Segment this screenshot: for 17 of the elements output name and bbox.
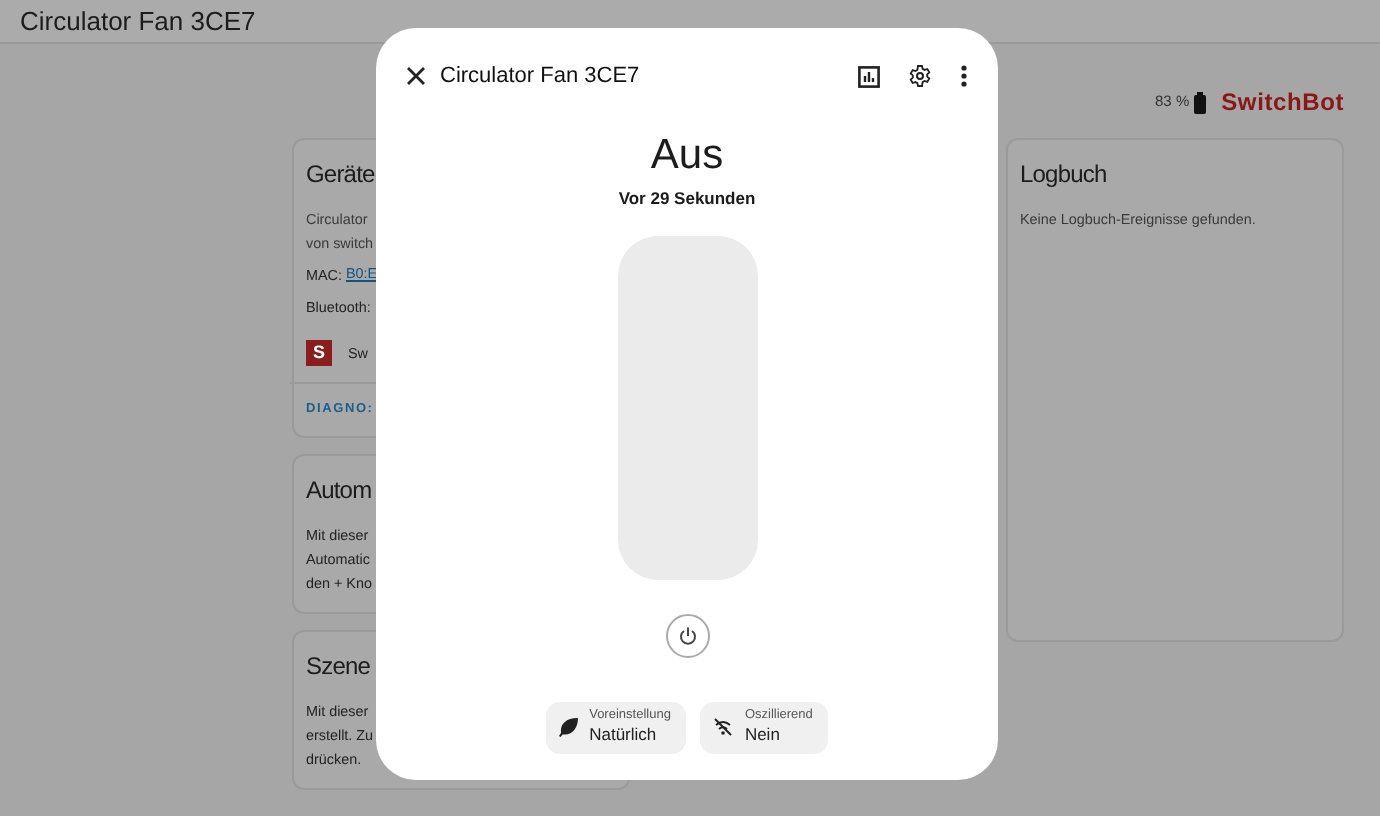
card-title: Geräte <box>306 158 375 192</box>
close-icon <box>406 66 426 86</box>
integration-logo: S <box>306 340 332 366</box>
last-changed-text: Vor 29 Sekunden <box>618 186 756 212</box>
card-title: Autom <box>306 473 372 508</box>
leaf-icon <box>557 716 580 739</box>
more-icon <box>960 64 968 88</box>
card-title: Logbuch <box>1020 158 1107 192</box>
brand-logo: SwitchBot <box>1221 86 1344 120</box>
battery-icon <box>1193 91 1206 113</box>
dialog-title: Circulator Fan 3CE7 <box>440 61 642 92</box>
fan-state: Aus <box>650 130 724 182</box>
oscillation-off-icon <box>712 716 735 739</box>
power-button[interactable] <box>665 613 709 658</box>
card-title: Szene <box>306 649 371 684</box>
page-title: Circulator Fan 3CE7 <box>20 3 256 40</box>
power-icon <box>677 625 697 646</box>
